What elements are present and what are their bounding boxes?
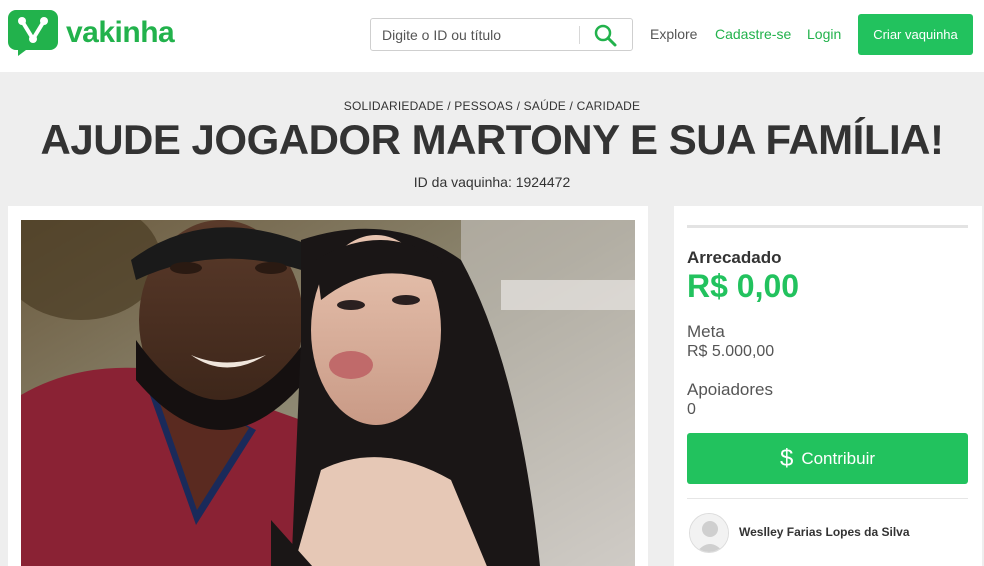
search-input[interactable] [372, 20, 577, 49]
supporters-label: Apoiadores [687, 380, 774, 399]
campaign-info-card: Arrecadado R$ 0,00 Meta R$ 5.000,00 Apoi… [674, 206, 982, 566]
category-breadcrumb: SOLIDARIEDADE / PESSOAS / SAÚDE / CARIDA… [343, 99, 641, 113]
owner-name[interactable]: Weslley Farias Lopes da Silva [739, 525, 910, 539]
search-icon[interactable] [590, 22, 622, 48]
site-header: vakinha Explore Cadastre-se Login Criar … [0, 0, 984, 72]
user-avatar-icon [690, 514, 728, 552]
campaign-media-card [8, 206, 648, 566]
create-vaquinha-button[interactable]: Criar vaquinha [858, 14, 973, 55]
raised-value: R$ 0,00 [687, 268, 800, 304]
nav-explore-link[interactable]: Explore [650, 26, 697, 42]
contribute-button[interactable]: $ Contribuir [687, 433, 968, 484]
owner-avatar[interactable] [689, 513, 729, 553]
vakinha-logo-icon [8, 10, 58, 56]
dollar-icon: $ [779, 444, 794, 472]
supporters-value: 0 [687, 401, 696, 418]
nav-signup-link[interactable]: Cadastre-se [715, 26, 791, 42]
search-divider [579, 26, 580, 44]
goal-value: R$ 5.000,00 [687, 343, 775, 360]
brand-name: vakinha [66, 16, 175, 49]
divider [687, 498, 968, 499]
selfie-photo [21, 220, 635, 566]
raised-label: Arrecadado [687, 248, 782, 267]
campaign-id: ID da vaquinha: 1924472 [413, 174, 571, 190]
page-title: AJUDE JOGADOR MARTONY E SUA FAMÍLIA! [40, 116, 944, 163]
search-box [370, 18, 633, 51]
goal-label: Meta [687, 322, 725, 341]
progress-bar [687, 225, 968, 228]
nav-login-link[interactable]: Login [807, 26, 841, 42]
brand-logo[interactable]: vakinha [8, 10, 175, 56]
contribute-label: Contribuir [801, 448, 876, 468]
